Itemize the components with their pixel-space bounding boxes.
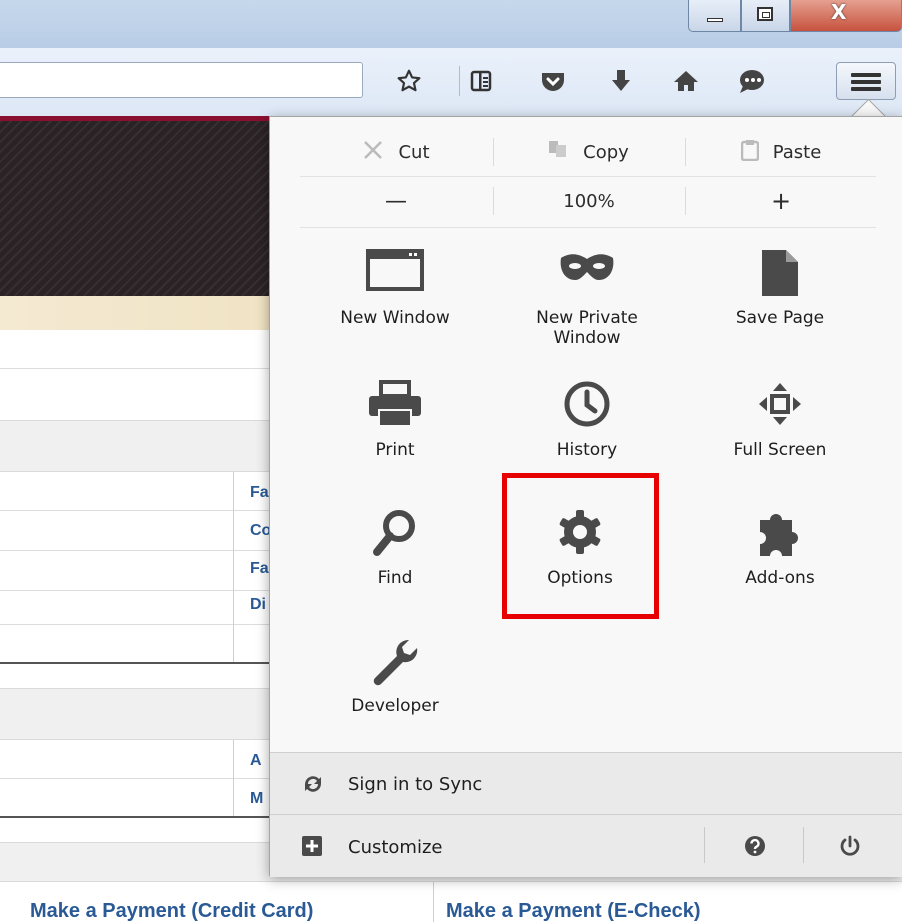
printer-icon — [320, 380, 470, 440]
new-private-window-item[interactable]: New Private Window — [512, 248, 662, 348]
cut-button[interactable]: Cut — [300, 128, 492, 176]
full-screen-item[interactable]: Full Screen — [705, 380, 855, 460]
home-icon[interactable] — [669, 66, 703, 96]
cut-label: Cut — [398, 141, 430, 163]
wrench-icon — [320, 636, 470, 696]
close-button[interactable]: X — [790, 0, 902, 32]
page-link-partial[interactable]: Di — [250, 596, 266, 614]
new-window-item[interactable]: New Window — [320, 248, 470, 328]
row-divider — [300, 227, 876, 228]
new-private-window-label: New Private Window — [536, 308, 638, 348]
minimize-button[interactable] — [688, 0, 741, 32]
history-label: History — [556, 440, 618, 460]
paste-label: Paste — [772, 141, 822, 163]
footer-separator — [803, 827, 804, 863]
page-link-partial[interactable]: A — [250, 752, 262, 770]
zoom-out-button[interactable]: — — [300, 177, 492, 225]
maximize-icon — [757, 7, 773, 21]
reading-list-icon[interactable] — [466, 66, 496, 96]
customize-button[interactable]: Customize — [270, 815, 700, 877]
private-mask-icon — [512, 248, 662, 308]
edit-controls-row: Cut Copy Paste — [300, 128, 876, 176]
menu-button[interactable] — [836, 62, 896, 100]
toolbar-separator — [459, 66, 460, 96]
new-window-label: New Window — [340, 308, 450, 328]
clipboard-icon — [740, 139, 759, 166]
sync-icon — [302, 773, 324, 799]
page-link-partial[interactable]: M — [250, 790, 263, 808]
page-link-partial[interactable]: Fa — [250, 484, 269, 502]
full-screen-icon — [705, 380, 855, 440]
full-screen-label: Full Screen — [733, 440, 827, 460]
clock-icon — [512, 380, 662, 440]
quit-button[interactable] — [810, 815, 890, 877]
save-page-item[interactable]: Save Page — [705, 248, 855, 328]
puzzle-icon — [705, 508, 855, 568]
add-ons-item[interactable]: Add-ons — [705, 508, 855, 588]
find-label: Find — [377, 568, 413, 588]
url-bar[interactable] — [0, 62, 363, 98]
help-button[interactable] — [710, 815, 800, 877]
power-icon — [840, 835, 860, 856]
zoom-controls-row: — 100% + — [300, 177, 876, 225]
copy-icon — [549, 140, 569, 164]
developer-item[interactable]: Developer — [320, 636, 470, 716]
zoom-reset-button[interactable]: 100% — [494, 177, 684, 225]
sign-in-sync-button[interactable]: Sign in to Sync — [270, 752, 902, 815]
options-highlight-box — [502, 473, 659, 619]
payment-credit-card-link[interactable]: Make a Payment (Credit Card) — [30, 900, 313, 923]
page-link-partial[interactable]: Fa — [250, 560, 269, 578]
copy-label: Copy — [583, 141, 629, 163]
payment-echeck-link[interactable]: Make a Payment (E-Check) — [446, 900, 701, 923]
scissors-icon — [362, 139, 384, 166]
copy-button[interactable]: Copy — [494, 128, 684, 176]
save-page-icon — [705, 248, 855, 308]
save-page-label: Save Page — [735, 308, 825, 328]
new-window-icon — [320, 248, 470, 308]
navigation-toolbar — [0, 48, 902, 117]
pocket-icon[interactable] — [536, 66, 570, 96]
sign-in-sync-label: Sign in to Sync — [348, 774, 483, 795]
maximize-button[interactable] — [741, 0, 790, 32]
magnifier-icon — [320, 508, 470, 568]
column-divider — [433, 882, 434, 922]
window-title-bar: X — [0, 0, 902, 48]
column-divider — [233, 472, 234, 662]
developer-label: Developer — [351, 696, 439, 716]
download-icon[interactable] — [606, 66, 636, 96]
history-item[interactable]: History — [512, 380, 662, 460]
minimize-icon — [707, 18, 723, 22]
footer-separator — [704, 827, 705, 863]
bookmark-star-icon[interactable] — [392, 66, 426, 96]
print-label: Print — [375, 440, 415, 460]
paste-button[interactable]: Paste — [686, 128, 876, 176]
add-ons-label: Add-ons — [745, 568, 815, 588]
panel-footer: Customize — [270, 814, 902, 877]
find-item[interactable]: Find — [320, 508, 470, 588]
column-divider — [233, 740, 234, 816]
customize-label: Customize — [348, 837, 443, 858]
help-icon — [745, 836, 765, 856]
customize-plus-icon — [302, 836, 322, 860]
chat-icon[interactable] — [734, 66, 770, 96]
print-item[interactable]: Print — [320, 380, 470, 460]
close-icon: X — [831, 0, 847, 24]
zoom-in-button[interactable]: + — [686, 177, 876, 225]
